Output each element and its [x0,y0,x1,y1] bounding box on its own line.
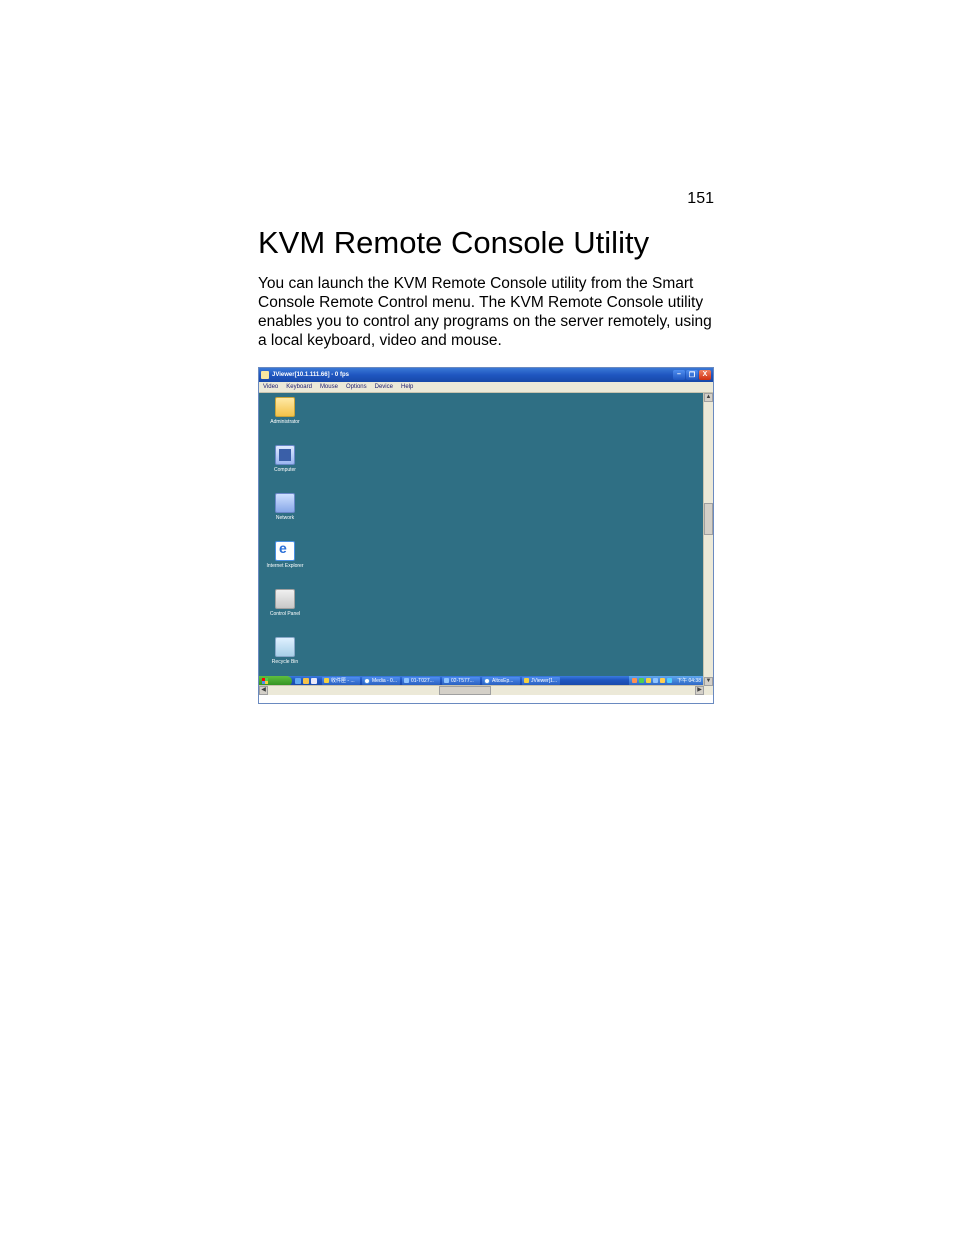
taskbar-item[interactable]: 01-T027... [402,677,440,685]
body-paragraph: You can launch the KVM Remote Console ut… [258,275,713,351]
kvm-screenshot: JViewer[10.1.111.66] - 0 fps – ❐ X Video… [258,367,714,704]
icon-label: Recycle Bin [265,659,305,665]
icon-control-panel[interactable]: Control Panel [265,589,305,617]
menu-mouse[interactable]: Mouse [320,384,338,390]
remote-desktop[interactable]: Administrator Computer Network Internet … [259,393,704,686]
icon-recycle-bin[interactable]: Recycle Bin [265,637,305,665]
menu-help[interactable]: Help [401,384,413,390]
tray-icon[interactable] [653,678,658,683]
window-controls: – ❐ X [673,370,711,380]
icon-label: Network [265,515,305,521]
scroll-thumb[interactable] [704,503,713,535]
horizontal-scrollbar[interactable]: ◀ ▶ [259,685,704,695]
icon-label: Administrator [265,419,305,425]
icon-label: Internet Explorer [265,563,305,569]
icon-ie[interactable]: Internet Explorer [265,541,305,569]
icon-label: Computer [265,467,305,473]
scroll-corner [704,686,713,695]
icon-network[interactable]: Network [265,493,305,521]
viewer-area: Administrator Computer Network Internet … [259,393,713,695]
vertical-scrollbar[interactable]: ▲ ▼ [703,393,713,686]
icon-label: Control Panel [265,611,305,617]
tray-icon[interactable] [646,678,651,683]
windows-logo-icon [262,678,268,684]
scroll-up-icon[interactable]: ▲ [704,393,713,402]
scroll-left-icon[interactable]: ◀ [259,686,268,695]
quick-launch-icon[interactable] [303,678,309,684]
menu-options[interactable]: Options [346,384,367,390]
network-icon [275,493,295,513]
computer-icon [275,445,295,465]
app-icon [261,371,269,379]
desktop-icons: Administrator Computer Network Internet … [265,397,305,686]
menu-keyboard[interactable]: Keyboard [286,384,312,390]
ie-icon [275,541,295,561]
titlebar: JViewer[10.1.111.66] - 0 fps – ❐ X [259,368,713,382]
tray-icon[interactable] [632,678,637,683]
close-button[interactable]: X [699,370,711,380]
tray-icon[interactable] [667,678,672,683]
menu-device[interactable]: Device [375,384,393,390]
taskbar-item[interactable]: 收件匣 - ... [322,677,360,685]
recycle-bin-icon [275,637,295,657]
quick-launch-icon[interactable] [311,678,317,684]
scroll-down-icon[interactable]: ▼ [704,677,713,686]
taskbar-item[interactable]: AltosEp... [482,677,520,685]
taskbar-item[interactable]: JViewer[1... [522,677,560,685]
window-title: JViewer[10.1.111.66] - 0 fps [272,372,673,378]
menu-video[interactable]: Video [263,384,278,390]
menubar: Video Keyboard Mouse Options Device Help [259,382,713,393]
icon-administrator[interactable]: Administrator [265,397,305,425]
scroll-thumb[interactable] [439,686,491,695]
tray-icon[interactable] [660,678,665,683]
taskbar-item[interactable]: 02-T577... [442,677,480,685]
control-panel-icon [275,589,295,609]
scroll-right-icon[interactable]: ▶ [695,686,704,695]
taskbar-item[interactable]: Media - 0... [362,677,400,685]
clock: 下午 04:38 [674,677,701,684]
minimize-button[interactable]: – [673,370,685,380]
tray-icon[interactable] [639,678,644,683]
page-content: KVM Remote Console Utility You can launc… [258,225,713,704]
icon-computer[interactable]: Computer [265,445,305,473]
quick-launch-icon[interactable] [295,678,301,684]
heading: KVM Remote Console Utility [258,225,713,261]
page-number: 151 [687,190,714,208]
folder-icon [275,397,295,417]
maximize-button[interactable]: ❐ [686,370,698,380]
